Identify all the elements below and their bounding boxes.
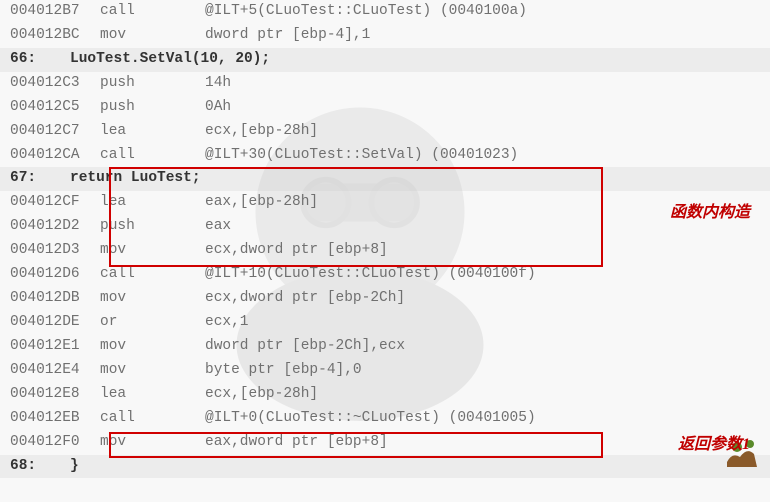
operands: dword ptr [ebp-4],1	[205, 27, 370, 43]
asm-line: 004012D2pusheax	[0, 215, 770, 239]
operands: ecx,1	[205, 314, 249, 330]
source-line-number: 67:	[10, 167, 70, 191]
operands: eax,[ebp-28h]	[205, 194, 318, 210]
address: 004012BC	[10, 24, 100, 48]
address: 004012E8	[10, 383, 100, 407]
operands: @ILT+10(CLuoTest::CLuoTest) (0040100f)	[205, 266, 536, 282]
mnemonic: lea	[100, 191, 205, 215]
operands: 0Ah	[205, 99, 231, 115]
asm-line: 004012C5push0Ah	[0, 96, 770, 120]
source-line: 67:return LuoTest;	[0, 167, 770, 191]
asm-line: 004012E4movbyte ptr [ebp-4],0	[0, 359, 770, 383]
source-code: }	[70, 458, 79, 474]
address: 004012CA	[10, 144, 100, 168]
asm-line: 004012C3push14h	[0, 72, 770, 96]
operands: eax,dword ptr [ebp+8]	[205, 434, 388, 450]
address: 004012D3	[10, 239, 100, 263]
address: 004012E4	[10, 359, 100, 383]
mnemonic: push	[100, 215, 205, 239]
address: 004012DB	[10, 287, 100, 311]
asm-line: 004012EBcall@ILT+0(CLuoTest::~CLuoTest) …	[0, 407, 770, 431]
address: 004012C5	[10, 96, 100, 120]
asm-line: 004012E1movdword ptr [ebp-2Ch],ecx	[0, 335, 770, 359]
mnemonic: mov	[100, 287, 205, 311]
address: 004012D6	[10, 263, 100, 287]
address: 004012E1	[10, 335, 100, 359]
operands: 14h	[205, 75, 231, 91]
mnemonic: lea	[100, 120, 205, 144]
address: 004012F0	[10, 431, 100, 455]
mnemonic: call	[100, 144, 205, 168]
address: 004012DE	[10, 311, 100, 335]
address: 004012B7	[10, 0, 100, 24]
operands: ecx,[ebp-28h]	[205, 386, 318, 402]
mnemonic: mov	[100, 24, 205, 48]
source-code: return LuoTest;	[70, 170, 201, 186]
asm-line: 004012D6call@ILT+10(CLuoTest::CLuoTest) …	[0, 263, 770, 287]
mnemonic: or	[100, 311, 205, 335]
operands: ecx,[ebp-28h]	[205, 123, 318, 139]
mnemonic: call	[100, 0, 205, 24]
annotation-return: 返回参数1	[678, 432, 750, 458]
source-line: 66:LuoTest.SetVal(10, 20);	[0, 48, 770, 72]
source-code: LuoTest.SetVal(10, 20);	[70, 51, 270, 67]
mnemonic: mov	[100, 239, 205, 263]
mnemonic: call	[100, 263, 205, 287]
mnemonic: mov	[100, 335, 205, 359]
address: 004012CF	[10, 191, 100, 215]
address: 004012EB	[10, 407, 100, 431]
operands: eax	[205, 218, 231, 234]
operands: ecx,dword ptr [ebp+8]	[205, 242, 388, 258]
asm-line: 004012F0moveax,dword ptr [ebp+8]	[0, 431, 770, 455]
operands: byte ptr [ebp-4],0	[205, 362, 362, 378]
source-line-number: 68:	[10, 455, 70, 479]
asm-line: 004012DEorecx,1	[0, 311, 770, 335]
disassembly-view: 004012B7call@ILT+5(CLuoTest::CLuoTest) (…	[0, 0, 770, 478]
mnemonic: push	[100, 72, 205, 96]
source-line-number: 66:	[10, 48, 70, 72]
operands: dword ptr [ebp-2Ch],ecx	[205, 338, 405, 354]
operands: @ILT+0(CLuoTest::~CLuoTest) (00401005)	[205, 410, 536, 426]
source-line: 68:}	[0, 455, 770, 479]
mnemonic: mov	[100, 431, 205, 455]
operands: @ILT+30(CLuoTest::SetVal) (00401023)	[205, 147, 518, 163]
asm-line: 004012D3movecx,dword ptr [ebp+8]	[0, 239, 770, 263]
asm-line: 004012DBmovecx,dword ptr [ebp-2Ch]	[0, 287, 770, 311]
asm-line: 004012B7call@ILT+5(CLuoTest::CLuoTest) (…	[0, 0, 770, 24]
address: 004012C7	[10, 120, 100, 144]
mnemonic: mov	[100, 359, 205, 383]
address: 004012C3	[10, 72, 100, 96]
operands: @ILT+5(CLuoTest::CLuoTest) (0040100a)	[205, 3, 527, 19]
mnemonic: push	[100, 96, 205, 120]
annotation-constructor: 函数内构造	[670, 200, 750, 226]
asm-line: 004012BCmovdword ptr [ebp-4],1	[0, 24, 770, 48]
mnemonic: call	[100, 407, 205, 431]
mnemonic: lea	[100, 383, 205, 407]
asm-line: 004012CFleaeax,[ebp-28h]	[0, 191, 770, 215]
operands: ecx,dword ptr [ebp-2Ch]	[205, 290, 405, 306]
asm-line: 004012CAcall@ILT+30(CLuoTest::SetVal) (0…	[0, 144, 770, 168]
address: 004012D2	[10, 215, 100, 239]
asm-line: 004012C7leaecx,[ebp-28h]	[0, 120, 770, 144]
asm-line: 004012E8leaecx,[ebp-28h]	[0, 383, 770, 407]
